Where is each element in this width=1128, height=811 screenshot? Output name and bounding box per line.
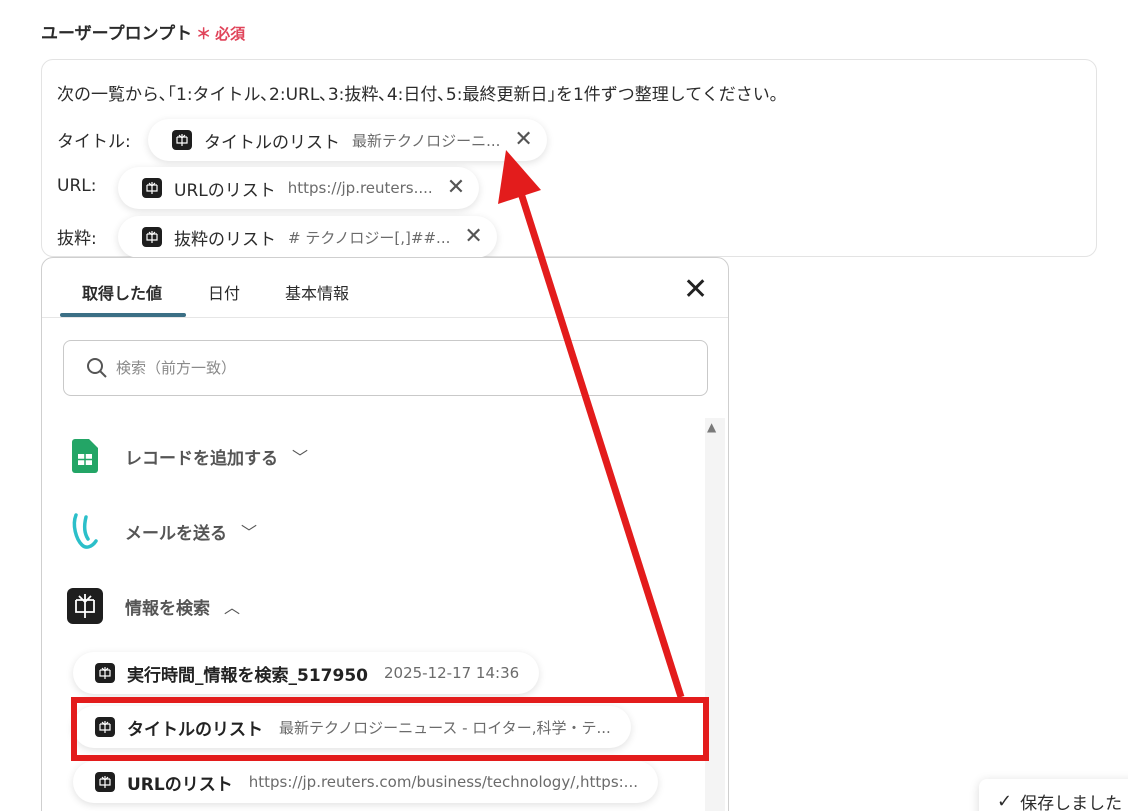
scroll-up-icon[interactable]: ▲ xyxy=(707,420,716,434)
chevron-down-icon: ﹀ xyxy=(292,448,309,467)
perplexity-icon xyxy=(142,227,162,247)
item-name: 実行時間_情報を検索_517950 xyxy=(127,665,368,686)
toast-text: 保存しました xyxy=(1020,793,1123,811)
variable-chip-url[interactable]: URLのリスト https://jp.reuters.... ✕ xyxy=(118,167,480,209)
group-search-info[interactable]: 情報を検索 ︿ xyxy=(67,586,240,626)
chip-name: タイトルのリスト xyxy=(204,132,340,153)
prompt-text: 次の一覧から､｢1:タイトル､2:URL､3:抜粋､4:日付､5:最終更新日｣を… xyxy=(57,85,779,105)
close-icon[interactable]: ✕ xyxy=(683,275,708,305)
prompt-editor[interactable]: 次の一覧から､｢1:タイトル､2:URL､3:抜粋､4:日付､5:最終更新日｣を… xyxy=(41,59,1097,258)
tab-acquired-values[interactable]: 取得した値 xyxy=(82,280,162,304)
row-label-url: URL: xyxy=(57,176,97,196)
chip-name: URLのリスト xyxy=(174,180,276,201)
check-icon: ✓ xyxy=(997,790,1013,811)
required-mark: ＊ xyxy=(196,25,212,43)
tab-bar: 取得した値 日付 基本情報 ✕ xyxy=(42,258,728,318)
saved-toast: ✓ 保存しました xyxy=(979,779,1128,811)
remove-chip-icon[interactable]: ✕ xyxy=(447,177,465,199)
group-label: メールを送る xyxy=(125,523,227,544)
group-label: 情報を検索 xyxy=(125,598,210,619)
mail-app-icon xyxy=(67,513,103,549)
tab-basic-info[interactable]: 基本情報 xyxy=(285,280,349,304)
chip-name: 抜粋のリスト xyxy=(174,229,276,250)
tab-date[interactable]: 日付 xyxy=(208,280,240,304)
sheets-icon xyxy=(67,438,103,474)
perplexity-icon xyxy=(172,130,192,150)
field-label: ユーザープロンプト＊必須 xyxy=(41,19,245,44)
item-name: URLのリスト xyxy=(127,774,233,795)
perplexity-icon xyxy=(67,588,103,624)
required-text: 必須 xyxy=(215,25,246,43)
row-label-title: タイトル: xyxy=(57,132,131,152)
item-value: 2025-12-17 14:36 xyxy=(383,664,520,682)
remove-chip-icon[interactable]: ✕ xyxy=(464,226,482,248)
value-item-url-list[interactable]: URLのリスト https://jp.reuters.com/business/… xyxy=(73,761,658,803)
chip-value: 最新テクノロジーニ... xyxy=(352,131,501,150)
perplexity-icon xyxy=(142,178,162,198)
active-tab-indicator xyxy=(60,313,186,317)
group-add-record[interactable]: レコードを追加する ﹀ xyxy=(67,436,308,476)
perplexity-icon xyxy=(95,772,115,792)
value-item-exec-time[interactable]: 実行時間_情報を検索_517950 2025-12-17 14:36 xyxy=(73,652,540,694)
search-icon xyxy=(87,358,107,378)
perplexity-icon xyxy=(95,663,115,683)
search-input[interactable] xyxy=(116,359,676,377)
chevron-down-icon: ﹀ xyxy=(241,523,258,542)
field-label-text: ユーザープロンプト xyxy=(41,24,193,44)
group-send-mail[interactable]: メールを送る ﹀ xyxy=(67,511,257,551)
remove-chip-icon[interactable]: ✕ xyxy=(514,129,532,151)
group-label: レコードを追加する xyxy=(125,448,278,469)
chip-value: https://jp.reuters.... xyxy=(287,179,433,197)
variable-chip-title[interactable]: タイトルのリスト 最新テクノロジーニ... ✕ xyxy=(148,119,547,161)
chevron-up-icon: ︿ xyxy=(224,598,241,617)
item-value: https://jp.reuters.com/business/technolo… xyxy=(248,773,638,791)
chip-value: # テクノロジー[,]##... xyxy=(288,228,451,247)
row-label-excerpt: 抜粋: xyxy=(57,229,97,249)
search-field[interactable] xyxy=(63,340,708,396)
annotation-highlight-box xyxy=(71,697,709,761)
variable-chip-excerpt[interactable]: 抜粋のリスト # テクノロジー[,]##... ✕ xyxy=(118,216,497,258)
